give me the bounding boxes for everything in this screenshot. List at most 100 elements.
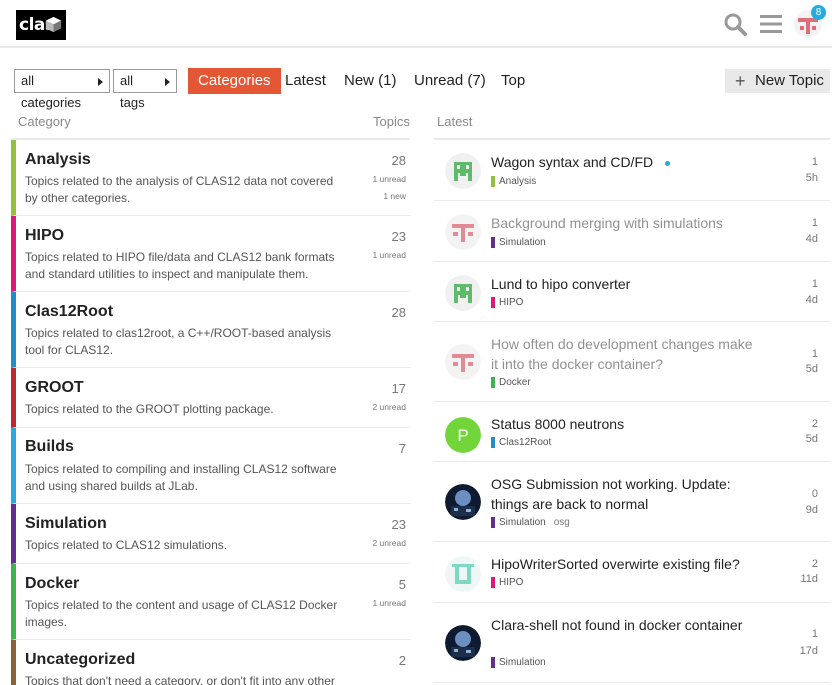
topic-title-link[interactable]: OSG Submission not working. Update: thin… (491, 474, 761, 514)
topic-tag[interactable]: osg (554, 517, 570, 528)
topic-title-link[interactable]: Background merging with simulations (491, 213, 761, 233)
category-name[interactable]: Analysis (25, 151, 91, 169)
category-unread-count[interactable]: 1 unread (372, 250, 406, 260)
topic-activity-age[interactable]: 5d (806, 433, 818, 445)
topic-post-count[interactable]: 1 (812, 217, 818, 229)
category-unread-count[interactable]: 1 unread (372, 598, 406, 608)
category-name[interactable]: Builds (25, 438, 74, 456)
topic-category-badge[interactable]: HIPO (491, 577, 523, 588)
category-color-swatch (491, 377, 495, 388)
category-filter-label: all categories (21, 73, 81, 110)
topic-category-badge[interactable]: Simulation (491, 657, 546, 668)
category-description: Topics that don't need a category, or do… (25, 674, 335, 685)
category-description: Topics related to clas12root, a C++/ROOT… (25, 326, 332, 357)
site-logo[interactable]: clas (16, 10, 66, 40)
topic-author-avatar[interactable] (445, 214, 481, 250)
topic-category-badge[interactable]: Clas12Root (491, 437, 551, 448)
search-icon[interactable] (722, 11, 748, 37)
topic-post-count[interactable]: 2 (812, 418, 818, 430)
topic-category-badge[interactable]: Docker (491, 377, 531, 388)
topic-author-avatar[interactable] (445, 153, 481, 189)
topic-title-link[interactable]: Lund to hipo converter (491, 274, 761, 294)
topic-category-name: Simulation (499, 517, 546, 528)
navigation-bar: all categories all tags Categories Lates… (0, 66, 832, 110)
category-name[interactable]: Simulation (25, 515, 107, 533)
topic-author-avatar[interactable] (445, 275, 481, 311)
topic-post-count[interactable]: 2 (812, 558, 818, 570)
category-name[interactable]: HIPO (25, 227, 64, 245)
topic-activity-age[interactable]: 17d (800, 645, 818, 657)
topic-activity-age[interactable]: 5d (806, 363, 818, 375)
topic-post-count[interactable]: 0 (812, 488, 818, 500)
topic-category-name: Clas12Root (499, 437, 552, 448)
category-name[interactable]: Uncategorized (25, 651, 135, 669)
topic-row[interactable]: OSG Submission not working. Update: thin… (434, 462, 830, 542)
topic-row[interactable]: P Status 8000 neutrons Clas12Root 2 5d (434, 402, 830, 462)
category-name[interactable]: Clas12Root (25, 303, 113, 321)
category-row-simulation[interactable]: Simulation Topics related to CLAS12 simul… (11, 504, 410, 564)
category-row-uncategorized[interactable]: Uncategorized Topics that don't need a ca… (11, 640, 410, 685)
topic-title-link[interactable]: Wagon syntax and CD/FD (491, 152, 761, 172)
notification-badge[interactable]: 8 (811, 5, 826, 20)
topic-category-badge[interactable]: Simulation (491, 237, 546, 248)
category-filter-dropdown[interactable]: all categories (14, 69, 110, 110)
topic-row[interactable]: Wagon syntax and CD/FD Analysis 1 5h (434, 140, 830, 201)
topic-row[interactable]: How often do development changes make it… (434, 322, 830, 402)
topic-row[interactable]: Lund to hipo converter HIPO 1 4d (434, 262, 830, 322)
topic-category-badge[interactable]: Simulation osg (491, 517, 570, 528)
topic-category-badge[interactable]: HIPO (491, 297, 523, 308)
category-color-swatch (491, 297, 495, 308)
topic-activity-age[interactable]: 9d (806, 504, 818, 516)
topic-title-link[interactable]: Status 8000 neutrons (491, 414, 761, 434)
category-name[interactable]: Docker (25, 575, 79, 593)
user-avatar[interactable]: 8 (794, 5, 826, 38)
topic-category-badge[interactable]: Analysis (491, 176, 536, 187)
category-unread-count[interactable]: 1 unread (372, 174, 406, 184)
tab-latest[interactable]: Latest (285, 68, 326, 94)
topic-title-link[interactable]: How often do development changes make it… (491, 334, 761, 374)
topic-author-avatar[interactable] (445, 625, 481, 661)
topic-author-avatar[interactable] (445, 556, 481, 592)
topic-author-avatar[interactable]: P (445, 417, 481, 453)
category-row-docker[interactable]: Docker Topics related to the content and … (11, 564, 410, 640)
category-new-count[interactable]: 1 new (383, 191, 406, 201)
topic-title-link[interactable]: Clara-shell not found in docker containe… (491, 615, 761, 635)
tab-categories[interactable]: Categories (188, 68, 281, 94)
topic-author-avatar[interactable] (445, 484, 481, 520)
topic-activity-age[interactable]: 4d (806, 294, 818, 306)
tab-new[interactable]: New (1) (344, 68, 397, 94)
topic-row[interactable]: Background merging with simulations Simul… (434, 201, 830, 262)
category-row-hipo[interactable]: HIPO Topics related to HIPO file/data and… (11, 216, 410, 292)
category-unread-count[interactable]: 2 unread (372, 538, 406, 548)
category-name[interactable]: GROOT (25, 379, 84, 397)
topic-activity-age[interactable]: 11d (800, 573, 818, 585)
category-row-groot[interactable]: GROOT Topics related to the GROOT plottin… (11, 368, 410, 428)
topic-activity-age[interactable]: 4d (806, 233, 818, 245)
topic-row[interactable]: HipoWriterSorted overwirte existing file… (434, 542, 830, 603)
category-unread-count[interactable]: 2 unread (372, 402, 406, 412)
category-row-analysis[interactable]: Analysis Topics related to the analysis o… (11, 140, 410, 216)
topic-post-count[interactable]: 1 (812, 348, 818, 360)
topic-title-link[interactable]: HipoWriterSorted overwirte existing file… (491, 554, 761, 574)
category-row-builds[interactable]: Builds Topics related to compiling and in… (11, 428, 410, 504)
category-description: Topics related to the analysis of CLAS12… (25, 174, 334, 205)
category-description: Topics related to compiling and installi… (25, 462, 337, 493)
topic-title: Lund to hipo converter (491, 276, 631, 292)
topic-author-avatar[interactable] (445, 344, 481, 380)
topic-category-name: Simulation (499, 237, 546, 248)
topic-post-count[interactable]: 1 (812, 628, 818, 640)
caret-right-icon (165, 78, 170, 86)
category-row-clas12root[interactable]: Clas12Root Topics related to clas12root, … (11, 292, 410, 368)
tab-top[interactable]: Top (501, 68, 525, 94)
topic-post-count[interactable]: 1 (812, 278, 818, 290)
topic-activity-age[interactable]: 5h (806, 172, 818, 184)
topic-post-count[interactable]: 1 (812, 156, 818, 168)
hamburger-menu-icon[interactable] (758, 11, 784, 37)
tag-filter-dropdown[interactable]: all tags (113, 69, 177, 110)
category-description: Topics related to CLAS12 simulations. (25, 538, 228, 552)
new-topic-button[interactable]: + New Topic (725, 69, 830, 93)
category-topic-count: 23 (391, 229, 406, 244)
category-column-header: Category (18, 114, 71, 129)
tab-unread[interactable]: Unread (7) (414, 68, 486, 94)
topic-row[interactable]: Clara-shell not found in docker containe… (434, 603, 830, 683)
